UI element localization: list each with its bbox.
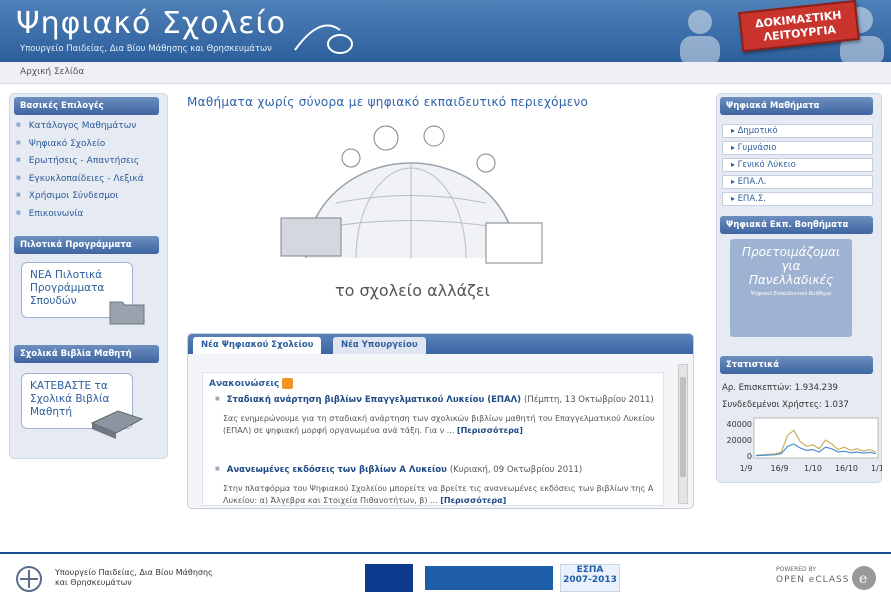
- online-count: 1.037: [824, 400, 849, 410]
- svg-text:e: e: [859, 571, 867, 587]
- y-tick-label: 0: [747, 452, 752, 461]
- x-tick-label: 1/10: [804, 464, 822, 473]
- news-tabs: Νέα Ψηφιακού Σχολείου Νέα Υπουργείου Ανα…: [187, 333, 694, 509]
- news-date: (Πέμπτη, 13 Οκτωβρίου 2011): [524, 395, 654, 405]
- read-more-link[interactable]: [Περισσότερα]: [440, 496, 506, 505]
- panellin-line2: για: [781, 259, 801, 273]
- list-item: Ανανεωμένες εκδόσεις των βιβλίων Α Λυκεί…: [215, 465, 655, 505]
- nav-item-encyclopedias[interactable]: Εγκυκλοπαίδειες - Λεξικά: [16, 174, 144, 192]
- school-dome-illustration: [280, 125, 543, 264]
- nav-item-course-catalog[interactable]: Κατάλογος Μαθημάτων: [16, 121, 144, 139]
- tab-digital-school-news[interactable]: Νέα Ψηφιακού Σχολείου: [193, 337, 322, 354]
- espa-logo: ΕΣΠΑ 2007-2013: [560, 564, 620, 592]
- x-tick-label: 1/9: [740, 464, 753, 473]
- news-body: Σας ενημερώνουμε για τη σταδιακή ανάρτησ…: [223, 414, 655, 435]
- news-title[interactable]: Ανανεωμένες εκδόσεις των βιβλίων Α Λυκεί…: [227, 465, 447, 475]
- digital-aids-header: Ψηφιακά Εκπ. Βοηθήματα: [720, 216, 873, 234]
- course-epal-button[interactable]: ΕΠΑ.Λ.: [722, 175, 873, 189]
- news-scrollbar[interactable]: [678, 364, 688, 504]
- panellin-line3: Πανελλαδικές: [748, 273, 834, 287]
- epeaek-logo: [425, 566, 553, 590]
- panellin-small: Ψηφιακό Εκπαιδευτικό Βοήθημα: [750, 291, 832, 297]
- nav-item-contact[interactable]: Επικοινωνία: [16, 209, 144, 227]
- visitors-label: Αρ. Επισκεπτών:: [722, 383, 792, 393]
- folder-icon: [109, 301, 145, 325]
- x-tick-label: 16/10: [835, 464, 858, 473]
- statistics-header: Στατιστικά: [720, 356, 873, 374]
- x-tick-label: 1/11: [871, 464, 882, 473]
- course-primary-button[interactable]: Δημοτικό: [722, 124, 873, 138]
- ministry-emblem-icon: [16, 566, 42, 592]
- panellin-line1: Προετοιμάζομαι: [741, 245, 841, 259]
- ministry-name: Υπουργείο Παιδείας, Δια Βίου Μάθησης και…: [55, 568, 213, 587]
- panellinies-promo[interactable]: Προετοιμάζομαι για Πανελλαδικές Ψηφιακό …: [730, 239, 852, 337]
- visitors-count: 1.934.239: [794, 383, 838, 393]
- announcements-box: Ανακοινώσεις Σταδιακή ανάρτηση βιβλίων Ε…: [202, 372, 664, 506]
- nav-item-faq[interactable]: Ερωτήσεις - Απαντήσεις: [16, 156, 144, 174]
- news-body: Στην πλατφόρμα του Ψηφιακού Σχολείου μπο…: [223, 484, 654, 505]
- mouse-icon: [294, 24, 353, 54]
- openeclass-icon: e: [852, 566, 876, 590]
- site-subtitle: Υπουργείο Παιδείας, Δια Βίου Μάθησης και…: [20, 44, 272, 54]
- rss-icon[interactable]: [282, 378, 293, 389]
- nav-item-digital-school[interactable]: Ψηφιακό Σχολείο: [16, 139, 144, 157]
- breadcrumb: Αρχική Σελίδα: [0, 62, 891, 84]
- basic-options-list: Κατάλογος Μαθημάτων Ψηφιακό Σχολείο Ερωτ…: [16, 121, 144, 226]
- course-epas-button[interactable]: ΕΠΑ.Σ.: [722, 192, 873, 206]
- basic-options-header: Βασικές Επιλογές: [14, 97, 159, 115]
- list-item: Σταδιακή ανάρτηση βιβλίων Επαγγελματικού…: [215, 395, 655, 437]
- site-footer: Υπουργείο Παιδείας, Δια Βίου Μάθησης και…: [0, 552, 891, 606]
- y-tick-label: 40000: [727, 420, 752, 429]
- book-icon: [90, 410, 144, 439]
- announcements-label[interactable]: Ανακοινώσεις: [209, 379, 279, 389]
- powered-by-label: POWERED BY: [776, 566, 817, 573]
- tagline: Μαθήματα χωρίς σύνορα με ψηφιακό εκπαιδε…: [187, 95, 589, 109]
- breadcrumb-home[interactable]: Αρχική Σελίδα: [20, 67, 84, 77]
- nav-item-useful-links[interactable]: Χρήσιμοι Σύνδεσμοι: [16, 191, 144, 209]
- read-more-link[interactable]: [Περισσότερα]: [457, 426, 523, 435]
- visitors-chart: 40000 20000 0 1/9 16/9 1/10 16/10 1/11: [727, 417, 882, 473]
- student-books-header: Σχολικά Βιβλία Μαθητή: [14, 345, 159, 363]
- digital-courses-header: Ψηφιακά Μαθήματα: [720, 97, 873, 115]
- online-label: Συνδεδεμένοι Χρήστες:: [722, 400, 822, 410]
- eu-flag-logo: [365, 564, 413, 592]
- news-title[interactable]: Σταδιακή ανάρτηση βιβλίων Επαγγελματικού…: [227, 395, 521, 405]
- pilot-programs-header: Πιλοτικά Προγράμματα: [14, 236, 159, 254]
- news-date: (Κυριακή, 09 Οκτωβρίου 2011): [449, 465, 583, 475]
- course-lyceum-button[interactable]: Γενικό Λύκειο: [722, 158, 873, 172]
- tab-ministry-news[interactable]: Νέα Υπουργείου: [333, 337, 426, 354]
- x-tick-label: 16/9: [771, 464, 789, 473]
- course-gymnasium-button[interactable]: Γυμνάσιο: [722, 141, 873, 155]
- scrollbar-thumb[interactable]: [680, 377, 686, 477]
- statistics-text: Αρ. Επισκεπτών: 1.934.239 Συνδεδεμένοι Χ…: [722, 380, 849, 414]
- slogan-caption: το σχολείο αλλάζει: [335, 281, 490, 300]
- site-title[interactable]: Ψηφιακό Σχολείο: [16, 6, 286, 41]
- y-tick-label: 20000: [727, 436, 752, 445]
- site-header: Ψηφιακό Σχολείο Υπουργείο Παιδείας, Δια …: [0, 0, 891, 62]
- openeclass-logo[interactable]: OPEN eCLASS: [776, 575, 849, 585]
